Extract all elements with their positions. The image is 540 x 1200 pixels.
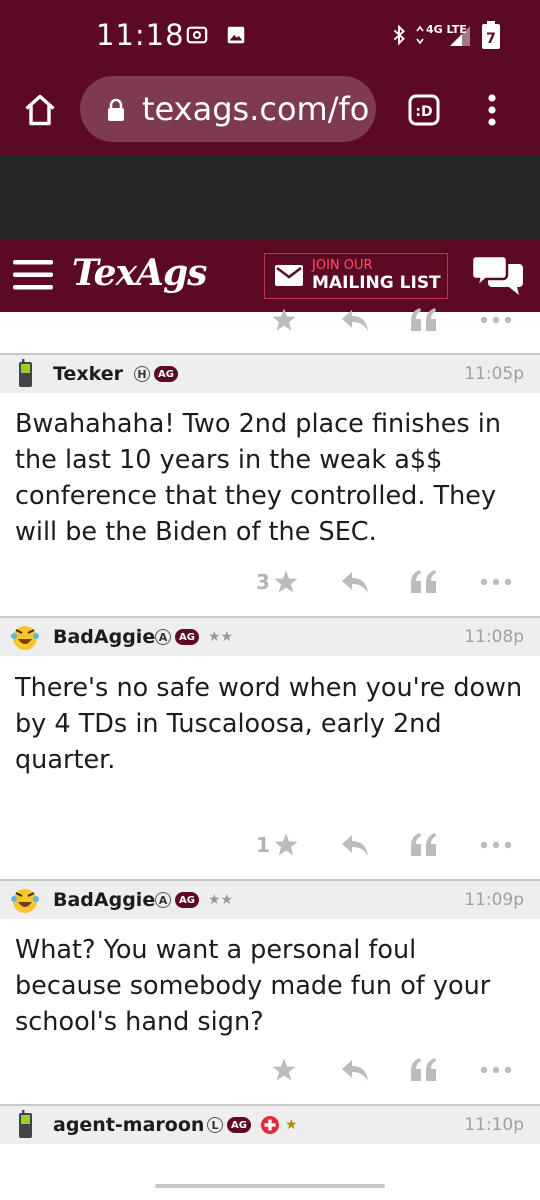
avatar[interactable] [10, 622, 40, 652]
post-header: BadAggie A AG ★★ 11:09p [0, 879, 540, 919]
post-header: agent-maroon L AG ★ 11:10p [0, 1104, 540, 1144]
mailing-line1: JOIN OUR [312, 258, 373, 273]
post-body: Bwahahaha! Two 2nd place finishes in the… [15, 409, 502, 547]
post-actions [0, 300, 540, 340]
reply-button[interactable] [340, 825, 370, 865]
post-header: Texker H AG 11:05p [0, 353, 540, 393]
ag-badge: AG [175, 629, 199, 645]
ag-badge: AG [175, 892, 199, 908]
avatar[interactable] [10, 359, 40, 389]
radio-icon [186, 26, 208, 44]
reply-icon [342, 572, 368, 593]
star-button[interactable]: 3 [256, 562, 300, 602]
quote-button[interactable] [410, 825, 438, 865]
ellipsis-icon [480, 578, 512, 586]
post-time: 11:09p [464, 890, 524, 910]
home-icon[interactable] [22, 92, 58, 128]
post-time: 11:08p [464, 627, 524, 647]
signal-icon: 4G LTE [416, 23, 470, 46]
site-logo[interactable]: TexAgs [72, 252, 207, 294]
post-actions: 3 [0, 562, 540, 602]
quote-button[interactable] [410, 562, 438, 602]
post-actions [0, 1050, 540, 1090]
gallery-icon [227, 26, 245, 44]
ellipsis-icon [480, 841, 512, 849]
more-button[interactable] [480, 825, 512, 865]
quote-icon [411, 833, 436, 856]
username[interactable]: BadAggie [53, 889, 155, 911]
hamburger-menu-icon[interactable] [13, 260, 53, 290]
url-text: texags.com/fo [142, 90, 370, 128]
reply-icon [342, 310, 368, 331]
lock-icon [108, 98, 124, 121]
user-badges: H AG [134, 365, 178, 383]
more-button[interactable] [480, 300, 512, 340]
mailing-list-button[interactable]: JOIN OUR MAILING LIST [264, 253, 448, 299]
more-vert-icon[interactable] [482, 92, 502, 128]
reply-button[interactable] [340, 1050, 370, 1090]
user-badges: A AG ★★ [155, 891, 233, 909]
mailing-line2: MAILING LIST [312, 273, 441, 293]
post-body: What? You want a personal foul because s… [15, 935, 491, 1037]
medical-cross-icon [261, 1116, 279, 1134]
username[interactable]: Texker [53, 363, 123, 385]
status-time: 11:18 [96, 18, 185, 52]
avatar[interactable] [10, 1110, 40, 1140]
rating-stars: ★★ [208, 892, 234, 908]
post-actions: 1 [0, 825, 540, 865]
reply-button[interactable] [340, 562, 370, 602]
star-count: 1 [256, 833, 270, 857]
bluetooth-icon [393, 24, 405, 46]
quote-icon [411, 308, 436, 331]
level-badge: L [207, 1117, 223, 1133]
ag-badge: AG [154, 366, 178, 382]
user-badges: A AG ★★ [155, 628, 233, 646]
star-icon [272, 1058, 296, 1081]
quote-icon [411, 570, 436, 593]
gesture-bar [155, 1184, 385, 1188]
battery-icon: 7 [482, 21, 500, 49]
rating-stars: ★★ [208, 629, 234, 645]
quote-button[interactable] [410, 300, 438, 340]
url-bar[interactable]: texags.com/fo [80, 76, 376, 142]
star-button[interactable] [270, 1050, 298, 1090]
star-count: 3 [256, 570, 270, 594]
ellipsis-icon [480, 1066, 512, 1074]
reply-icon [342, 835, 368, 856]
user-badges: L AG ★ [207, 1116, 298, 1134]
username[interactable]: BadAggie [53, 626, 155, 648]
level-badge: A [155, 629, 171, 645]
reader-mode-icon[interactable]: :D [408, 94, 440, 126]
star-icon [274, 570, 298, 593]
ad-banner [0, 156, 540, 240]
more-button[interactable] [480, 1050, 512, 1090]
reply-button[interactable] [340, 300, 370, 340]
quote-button[interactable] [410, 1050, 438, 1090]
username[interactable]: agent-maroon [53, 1114, 204, 1136]
avatar[interactable] [10, 885, 40, 915]
level-badge: H [134, 366, 150, 382]
post-time: 11:05p [464, 364, 524, 384]
star-icon [274, 833, 298, 856]
ellipsis-icon [480, 316, 512, 324]
post-time: 11:10p [464, 1115, 524, 1135]
quote-icon [411, 1058, 436, 1081]
more-button[interactable] [480, 562, 512, 602]
network-type: 4G LTE [426, 23, 467, 36]
status-bar: 11:18 4G LTE 7 [0, 0, 540, 70]
battery-level: 7 [486, 31, 496, 47]
post-body: There's no safe word when you're down by… [15, 673, 523, 775]
rating-stars: ★ [285, 1117, 298, 1133]
svg-text::D: :D [415, 104, 432, 120]
reply-icon [342, 1060, 368, 1081]
level-badge: A [155, 892, 171, 908]
mail-icon [275, 265, 303, 286]
ag-badge: AG [227, 1117, 251, 1133]
browser-toolbar: texags.com/fo :D [0, 70, 540, 156]
star-icon [272, 308, 296, 331]
star-button[interactable]: 1 [256, 825, 300, 865]
chat-icon[interactable] [472, 255, 524, 297]
star-button[interactable] [270, 300, 298, 340]
post-header: BadAggie A AG ★★ 11:08p [0, 616, 540, 656]
